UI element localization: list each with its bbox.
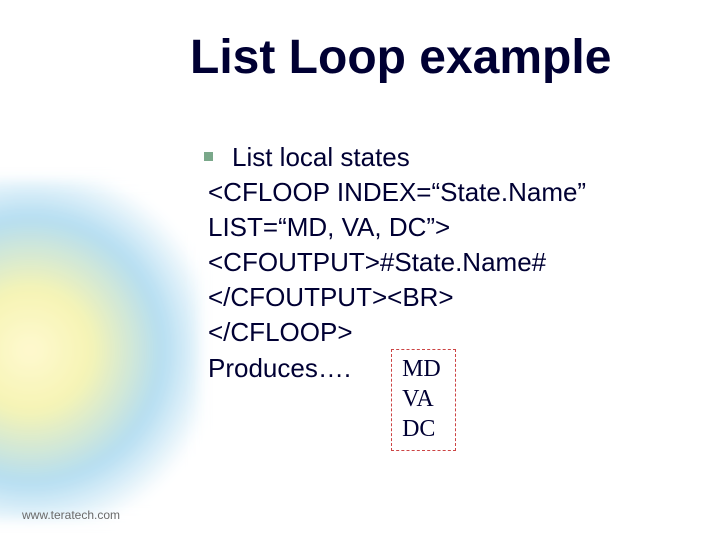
slide-body: List local states <CFLOOP INDEX=“State.N… bbox=[208, 140, 668, 451]
output-box: MD VA DC bbox=[391, 349, 456, 451]
bullet-text: List local states bbox=[208, 142, 410, 172]
produces-row: Produces…. MD VA DC bbox=[208, 351, 668, 451]
output-row-2: VA bbox=[402, 384, 441, 414]
decorative-gradient bbox=[0, 180, 200, 520]
square-bullet-icon bbox=[204, 152, 213, 161]
code-line-1: <CFLOOP INDEX=“State.Name” bbox=[208, 175, 668, 210]
code-line-4: </CFOUTPUT><BR> bbox=[208, 280, 668, 315]
output-row-1: MD bbox=[402, 354, 441, 384]
code-line-5: </CFLOOP> bbox=[208, 315, 668, 350]
output-row-3: DC bbox=[402, 414, 441, 444]
slide-title: List Loop example bbox=[190, 30, 611, 85]
produces-label: Produces…. bbox=[208, 351, 351, 386]
code-line-2: LIST=“MD, VA, DC”> bbox=[208, 210, 668, 245]
bullet-item: List local states bbox=[208, 140, 668, 175]
footer-url: www.teratech.com bbox=[22, 508, 120, 522]
code-line-3: <CFOUTPUT>#State.Name# bbox=[208, 245, 668, 280]
